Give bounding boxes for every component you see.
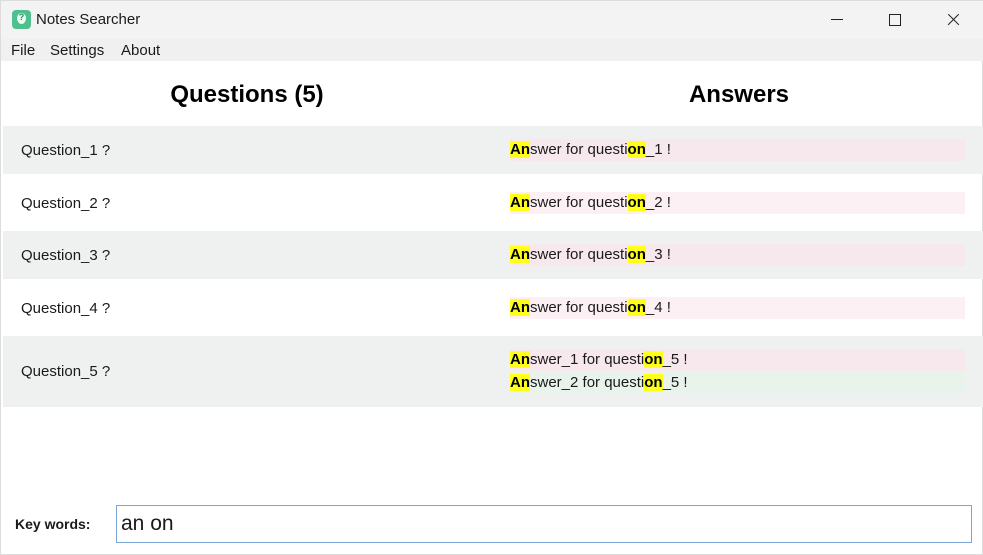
answer-segment: _4 ! (645, 299, 671, 316)
answer-text: Answer for question_3 ! (510, 244, 965, 266)
highlight-match: An (510, 141, 530, 158)
highlight-match: An (510, 374, 530, 391)
window-title: Notes Searcher (36, 11, 141, 28)
answer-segment: swer for questi (530, 141, 628, 158)
answer-segment: swer for questi (530, 246, 628, 263)
highlight-match: on (627, 299, 646, 316)
note-question-icon: ? (12, 10, 31, 29)
questions-header: Questions (5) (170, 81, 324, 108)
menu-bar: File Settings About (1, 39, 983, 61)
answer-segment: swer_2 for questi (530, 374, 645, 391)
app-window: ? Notes Searcher File Settings About Que… (0, 0, 983, 555)
highlight-match: An (510, 194, 530, 211)
answer-segment: _5 ! (662, 351, 688, 368)
close-button[interactable] (925, 1, 983, 39)
menu-settings[interactable]: Settings (50, 42, 104, 59)
highlight-match: on (627, 141, 646, 158)
table-row[interactable]: Question_1 ? Answer for question_1 ! (3, 126, 983, 174)
question-text: Question_3 ? (21, 247, 111, 264)
question-text: Question_2 ? (21, 195, 111, 212)
question-text: Question_1 ? (21, 142, 111, 159)
highlight-match: on (627, 194, 646, 211)
menu-about[interactable]: About (121, 42, 160, 59)
highlight-match: on (644, 351, 663, 368)
maximize-button[interactable] (867, 1, 925, 39)
highlight-match: An (510, 299, 530, 316)
question-text: Question_4 ? (21, 300, 111, 317)
minimize-button[interactable] (809, 1, 867, 39)
answer-text: Answer_1 for question_5 ! (510, 349, 965, 371)
answer-segment: _3 ! (645, 246, 671, 263)
answer-segment: swer for questi (530, 194, 628, 211)
table-row[interactable]: Question_3 ? Answer for question_3 ! (3, 231, 983, 279)
title-bar[interactable]: ? Notes Searcher (1, 1, 983, 39)
highlight-match: An (510, 351, 530, 368)
answer-text: Answer for question_2 ! (510, 192, 965, 214)
question-text: Question_5 ? (21, 363, 111, 380)
answer-text: Answer for question_1 ! (510, 139, 965, 161)
answer-text: Answer_2 for question_5 ! (510, 372, 965, 394)
key-words-label: Key words: (15, 516, 91, 532)
answer-segment: _2 ! (645, 194, 671, 211)
highlight-match: on (627, 246, 646, 263)
key-words-input[interactable] (116, 505, 972, 543)
menu-file[interactable]: File (11, 42, 35, 59)
answer-text: Answer for question_4 ! (510, 297, 965, 319)
answers-header: Answers (688, 81, 790, 108)
answer-segment: _1 ! (645, 141, 671, 158)
highlight-match: on (644, 374, 663, 391)
table-row[interactable]: Question_2 ? Answer for question_2 ! (3, 179, 983, 227)
answer-segment: swer for questi (530, 299, 628, 316)
answer-segment: _5 ! (662, 374, 688, 391)
table-row[interactable]: Question_5 ? Answer_1 for question_5 ! A… (3, 336, 983, 407)
answer-segment: swer_1 for questi (530, 351, 645, 368)
table-row[interactable]: Question_4 ? Answer for question_4 ! (3, 284, 983, 332)
highlight-match: An (510, 246, 530, 263)
